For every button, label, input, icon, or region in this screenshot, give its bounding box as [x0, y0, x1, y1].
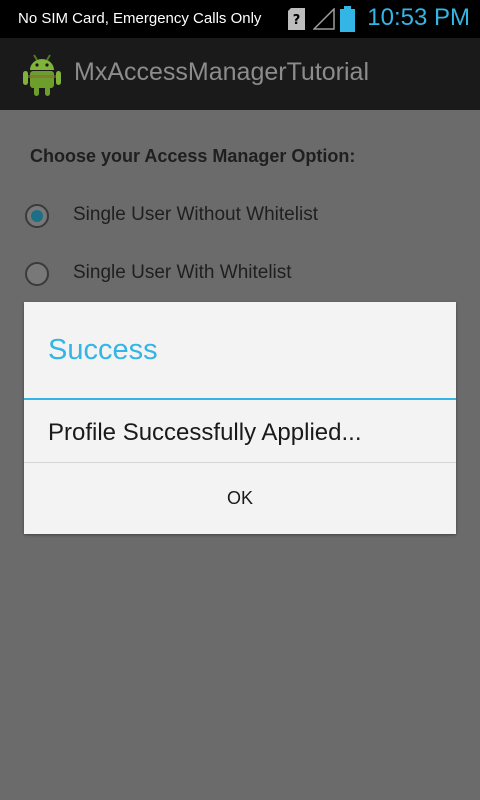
ok-button[interactable]: OK [24, 463, 456, 534]
action-bar: MxAccessManagerTutorial [0, 38, 480, 110]
status-bar: No SIM Card, Emergency Calls Only ? 10:5… [0, 0, 480, 38]
battery-icon [340, 6, 355, 32]
dialog-title: Success [48, 334, 158, 366]
radio-button-unchecked[interactable] [25, 262, 49, 286]
android-icon [22, 53, 62, 97]
radio-option-without-whitelist[interactable]: Single User Without Whitelist [25, 198, 445, 238]
app-title: MxAccessManagerTutorial [74, 58, 370, 86]
dialog-message: Profile Successfully Applied... [48, 419, 362, 446]
radio-label: Single User With Whitelist [73, 262, 292, 283]
success-dialog: Success Profile Successfully Applied... … [24, 302, 456, 534]
radio-button-checked[interactable] [25, 204, 49, 228]
radio-label: Single User Without Whitelist [73, 204, 318, 225]
clock: 10:53 PM [367, 4, 470, 31]
svg-text:?: ? [293, 13, 301, 28]
sim-missing-icon: ? [288, 8, 305, 30]
carrier-text: No SIM Card, Emergency Calls Only [18, 10, 262, 27]
option-prompt: Choose your Access Manager Option: [30, 146, 356, 166]
radio-option-with-whitelist[interactable]: Single User With Whitelist [25, 256, 445, 296]
signal-icon [312, 7, 335, 30]
dialog-title-divider [24, 398, 456, 400]
